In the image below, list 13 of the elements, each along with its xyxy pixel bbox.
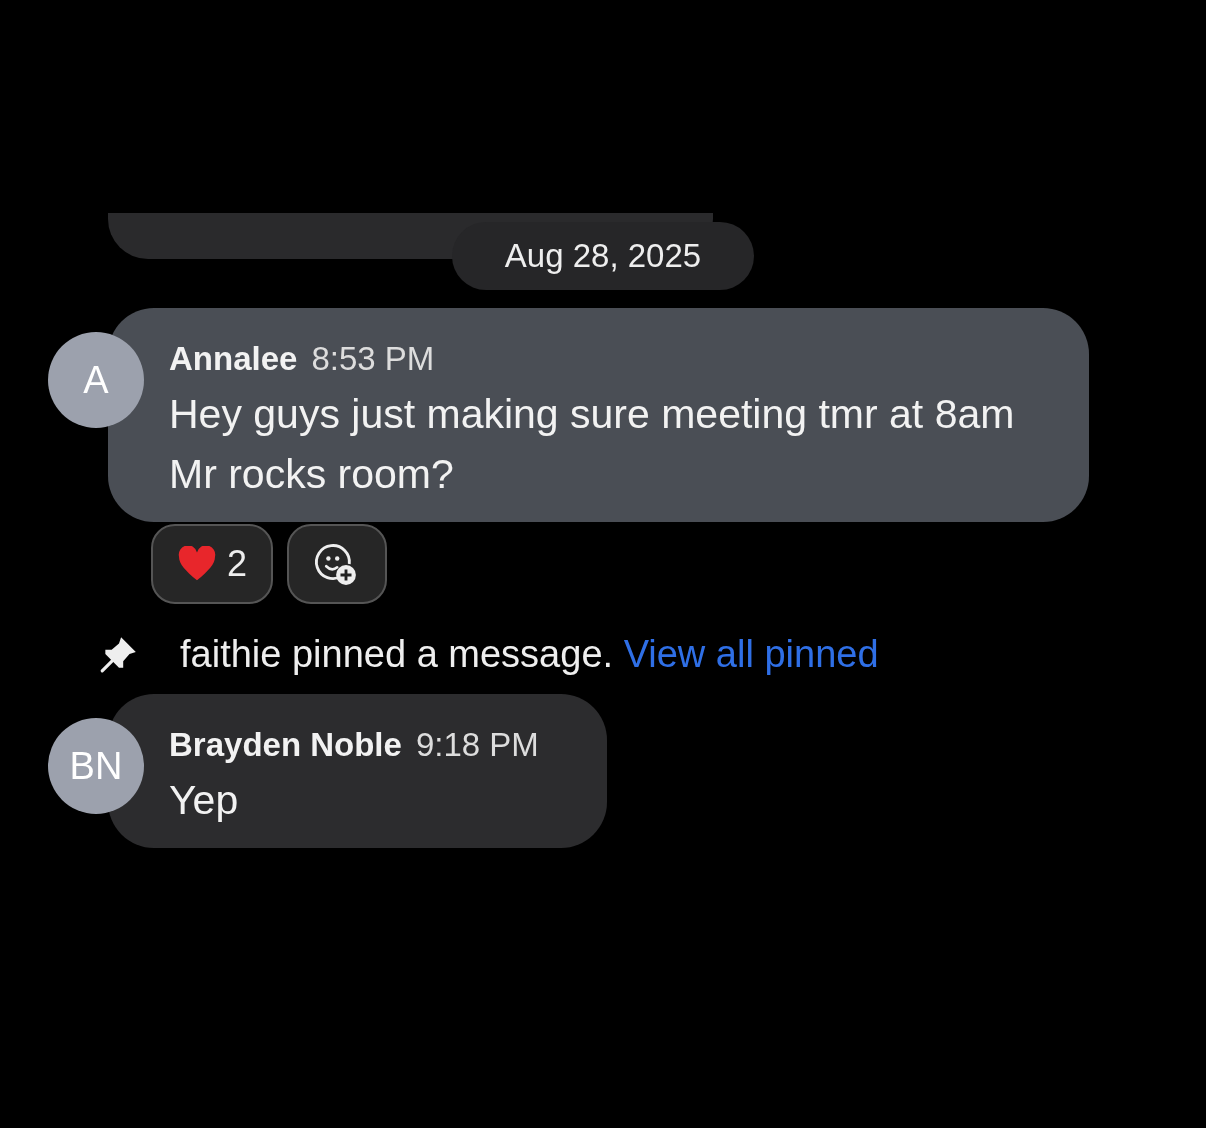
message-text: Hey guys just making sure meeting tmr at 8am Mr rocks room? (169, 390, 1016, 499)
add-emoji-icon (313, 542, 358, 586)
message-text: Yep (169, 776, 240, 825)
message-time: 9:18 PM (415, 726, 539, 764)
author-name[interactable]: Brayden Noble (169, 726, 402, 764)
heart-icon (177, 546, 217, 582)
message-time: 8:53 PM (311, 340, 435, 378)
reaction-button[interactable]: 2 (151, 524, 274, 604)
author-name[interactable]: Annalee (169, 340, 298, 378)
pin-notice: faithie pinned a message. View all pinned (180, 632, 879, 676)
view-pinned-link[interactable]: View all pinned (623, 632, 879, 675)
add-reaction-button[interactable] (287, 524, 388, 604)
date-separator: Aug 28, 2025 (452, 222, 754, 290)
